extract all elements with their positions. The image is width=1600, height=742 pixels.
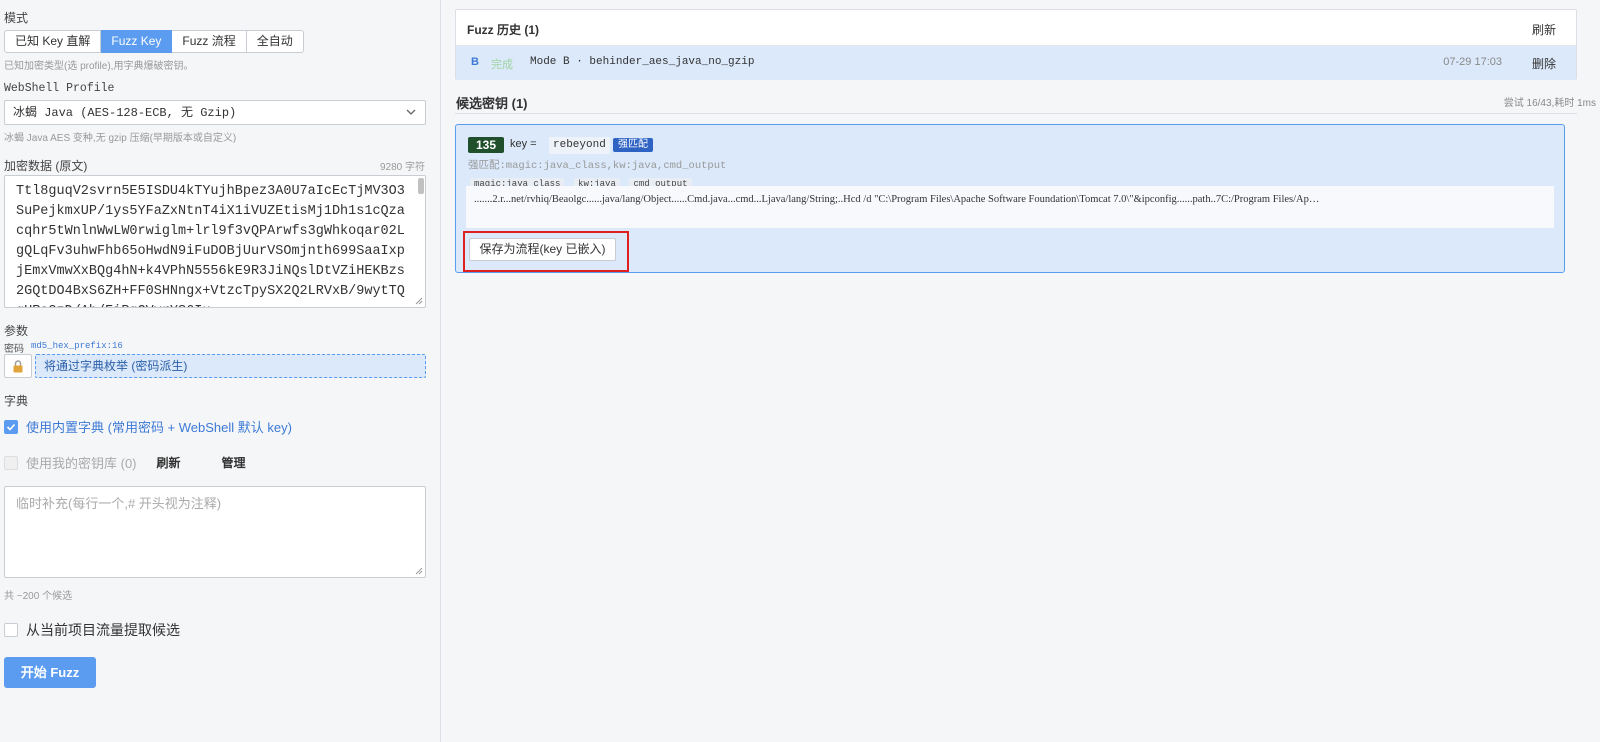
profile-label: WebShell Profile <box>4 82 115 95</box>
candidates-title: 候选密钥 (1) <box>456 96 528 111</box>
candidates-meta: 尝试 16/43,耗时 1ms <box>1503 98 1596 109</box>
candidate-total-hint: 共 ~200 个候选 <box>4 591 73 602</box>
mode-label: 模式 <box>4 11 29 25</box>
profile-selected-value: 冰蝎 Java (AES-128-ECB, 无 Gzip) <box>13 106 237 120</box>
password-field[interactable]: 将通过字典枚举 (密码派生) <box>35 354 426 378</box>
candidate-key-label: key = <box>510 138 537 150</box>
resize-handle-icon[interactable] <box>415 297 423 305</box>
my-dict-checkbox[interactable] <box>4 455 18 470</box>
dict-manage-button[interactable]: 管理 <box>222 454 246 471</box>
builtin-dict-checkbox[interactable] <box>4 419 18 434</box>
history-title: Fuzz 历史 (1) <box>467 23 539 37</box>
history-status: 完成 <box>491 59 513 71</box>
check-icon <box>6 423 16 431</box>
fuzz-history-panel: Fuzz 历史 (1) 刷新 B 完成 Mode B · behinder_ae… <box>455 9 1577 80</box>
mode-auto-button[interactable]: 全自动 <box>246 30 304 53</box>
candidates-divider <box>455 113 1577 114</box>
chevron-down-icon <box>406 109 416 115</box>
strong-match-badge: 强匹配 <box>613 138 653 152</box>
history-row[interactable]: B 完成 Mode B · behinder_aes_java_no_gzip … <box>456 46 1576 80</box>
extract-checkbox[interactable] <box>4 623 18 637</box>
left-panel: 模式 已知 Key 直解 Fuzz Key Fuzz 流程 全自动 已知加密类型… <box>0 0 441 742</box>
candidate-key-value: rebeyond <box>549 137 610 154</box>
password-derivation-hint: md5_hex_prefix:16 <box>31 341 123 351</box>
my-dict-checkbox-row[interactable]: 使用我的密钥库 (0) 刷新 管理 <box>4 453 246 472</box>
password-label: 密码 <box>4 344 24 355</box>
extract-label: 从当前项目流量提取候选 <box>26 622 180 638</box>
builtin-dict-checkbox-row[interactable]: 使用内置字典 (常用密码 + WebShell 默认 key) <box>4 417 292 436</box>
save-as-flow-button[interactable]: 保存为流程(key 已嵌入) <box>469 238 616 261</box>
mode-selector: 已知 Key 直解 Fuzz Key Fuzz 流程 全自动 <box>4 30 304 53</box>
history-mode-letter: B <box>471 56 479 68</box>
mode-fuzz-key-button[interactable]: Fuzz Key <box>101 30 173 53</box>
history-header: Fuzz 历史 (1) 刷新 <box>456 10 1576 46</box>
profile-select[interactable]: 冰蝎 Java (AES-128-ECB, 无 Gzip) <box>4 100 426 125</box>
builtin-dict-label: 使用内置字典 (常用密码 + WebShell 默认 key) <box>26 420 292 435</box>
dict-label: 字典 <box>4 394 29 408</box>
cipher-label: 加密数据 (原文) <box>4 159 88 173</box>
resize-handle-icon[interactable] <box>415 567 423 575</box>
decrypted-preview: .......2.r...net/rvhiq/Beaolgc......java… <box>466 186 1554 228</box>
mode-known-key-button[interactable]: 已知 Key 直解 <box>4 30 102 53</box>
right-panel: Fuzz 历史 (1) 刷新 B 完成 Mode B · behinder_ae… <box>441 0 1600 742</box>
candidate-score: 135 <box>468 137 504 153</box>
profile-hint: 冰蝎 Java AES 变种,无 gzip 压缩(早期版本或自定义) <box>4 133 237 144</box>
password-lock-button[interactable] <box>4 354 32 378</box>
extra-keys-textarea[interactable]: 临时补充(每行一个,# 开头视为注释) <box>4 486 426 578</box>
my-dict-label: 使用我的密钥库 (0) <box>26 456 137 471</box>
mode-fuzz-flow-button[interactable]: Fuzz 流程 <box>172 30 247 53</box>
mode-hint: 已知加密类型(选 profile),用字典爆破密钥。 <box>4 61 194 72</box>
history-desc: Mode B · behinder_aes_java_no_gzip <box>530 56 755 68</box>
params-label: 参数 <box>4 324 29 338</box>
history-delete-button[interactable]: 删除 <box>1532 55 1556 72</box>
start-fuzz-button[interactable]: 开始 Fuzz <box>4 657 96 688</box>
lock-icon <box>13 359 23 372</box>
extract-checkbox-row[interactable]: 从当前项目流量提取候选 <box>4 620 180 640</box>
dict-refresh-button[interactable]: 刷新 <box>157 454 181 471</box>
history-time: 07-29 17:03 <box>1443 56 1502 68</box>
cipher-text: Ttl8guqV2svrn5E5ISDU4kTYujhBpez3A0U7aIcE… <box>16 184 405 307</box>
cipher-char-count: 9280 字符 <box>379 162 425 173</box>
cipher-textarea[interactable]: Ttl8guqV2svrn5E5ISDU4kTYujhBpez3A0U7aIcE… <box>4 175 426 308</box>
cipher-scrollbar[interactable] <box>418 178 424 194</box>
extra-keys-placeholder: 临时补充(每行一个,# 开头视为注释) <box>16 496 222 511</box>
history-refresh-button[interactable]: 刷新 <box>1532 21 1556 38</box>
candidate-match-text: 强匹配:magic:java_class,kw:java,cmd_output <box>468 160 727 172</box>
candidate-card: 135 key = rebeyond 强匹配 强匹配:magic:java_cl… <box>455 124 1565 273</box>
